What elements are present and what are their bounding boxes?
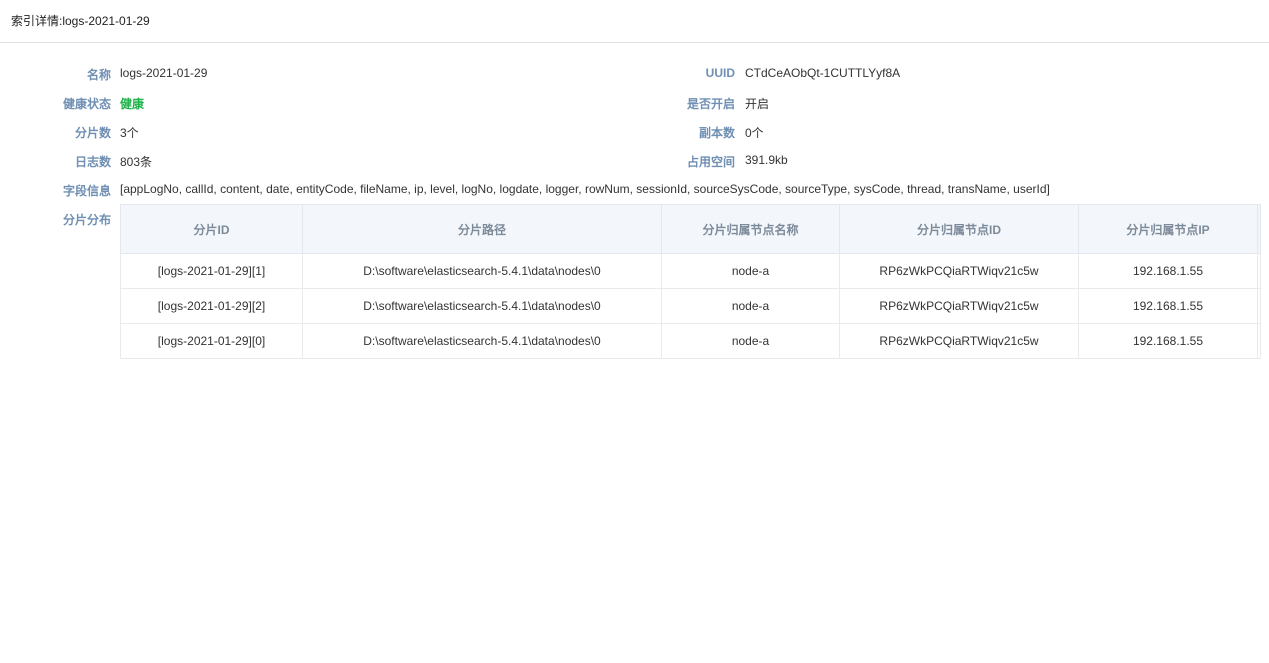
- node-name-cell: node-a: [661, 323, 840, 359]
- spacer-cell: [1257, 323, 1261, 359]
- shard-path-cell: D:\software\elasticsearch-5.4.1\data\nod…: [302, 323, 662, 359]
- table-row: [logs-2021-01-29][2] D:\software\elastic…: [120, 288, 1261, 324]
- column-header-node-name: 分片归属节点名称: [661, 204, 840, 254]
- column-header-shard-path: 分片路径: [302, 204, 662, 254]
- space-label: 占用空间: [686, 155, 735, 169]
- node-ip-cell: 192.168.1.55: [1078, 323, 1258, 359]
- table-row: [logs-2021-01-29][1] D:\software\elastic…: [120, 253, 1261, 289]
- space-value: 391.9kb: [745, 153, 788, 167]
- open-value: 开启: [745, 97, 770, 111]
- node-id-cell: RP6zWkPCQiaRTWiqv21c5w: [839, 253, 1079, 289]
- spacer-cell: [1257, 253, 1261, 289]
- node-id-cell: RP6zWkPCQiaRTWiqv21c5w: [839, 288, 1079, 324]
- node-id-cell: RP6zWkPCQiaRTWiqv21c5w: [839, 323, 1079, 359]
- node-name-cell: node-a: [661, 288, 840, 324]
- node-ip-cell: 192.168.1.55: [1078, 288, 1258, 324]
- uuid-label: UUID: [705, 66, 735, 80]
- page-title: 索引详情:logs-2021-01-29: [11, 14, 150, 28]
- table-header-row: 分片ID 分片路径 分片归属节点名称 分片归属节点ID 分片归属节点IP: [120, 204, 1261, 254]
- node-ip-cell: 192.168.1.55: [1078, 253, 1258, 289]
- fields-value: [appLogNo, callId, content, date, entity…: [120, 182, 1050, 196]
- shard-table: 分片ID 分片路径 分片归属节点名称 分片归属节点ID 分片归属节点IP [lo…: [120, 204, 1261, 359]
- shard-id-cell: [logs-2021-01-29][1]: [120, 253, 303, 289]
- replicas-label: 副本数: [698, 126, 735, 140]
- column-header-node-id: 分片归属节点ID: [839, 204, 1079, 254]
- distribution-label: 分片分布: [62, 213, 111, 227]
- uuid-value: CTdCeAObQt-1CUTTLYyf8A: [745, 66, 901, 80]
- spacer-cell: [1257, 288, 1261, 324]
- shard-id-cell: [logs-2021-01-29][0]: [120, 323, 303, 359]
- table-row: [logs-2021-01-29][0] D:\software\elastic…: [120, 323, 1261, 359]
- replicas-value: 0个: [745, 126, 764, 140]
- shard-path-cell: D:\software\elasticsearch-5.4.1\data\nod…: [302, 253, 662, 289]
- column-header-node-ip: 分片归属节点IP: [1078, 204, 1258, 254]
- shard-id-cell: [logs-2021-01-29][2]: [120, 288, 303, 324]
- node-name-cell: node-a: [661, 253, 840, 289]
- shard-path-cell: D:\software\elasticsearch-5.4.1\data\nod…: [302, 288, 662, 324]
- column-header-shard-id: 分片ID: [120, 204, 303, 254]
- fields-label: 字段信息: [62, 184, 111, 198]
- page-header: 索引详情:logs-2021-01-29: [0, 0, 1269, 43]
- open-label: 是否开启: [686, 97, 735, 111]
- column-header-spacer: [1257, 204, 1261, 254]
